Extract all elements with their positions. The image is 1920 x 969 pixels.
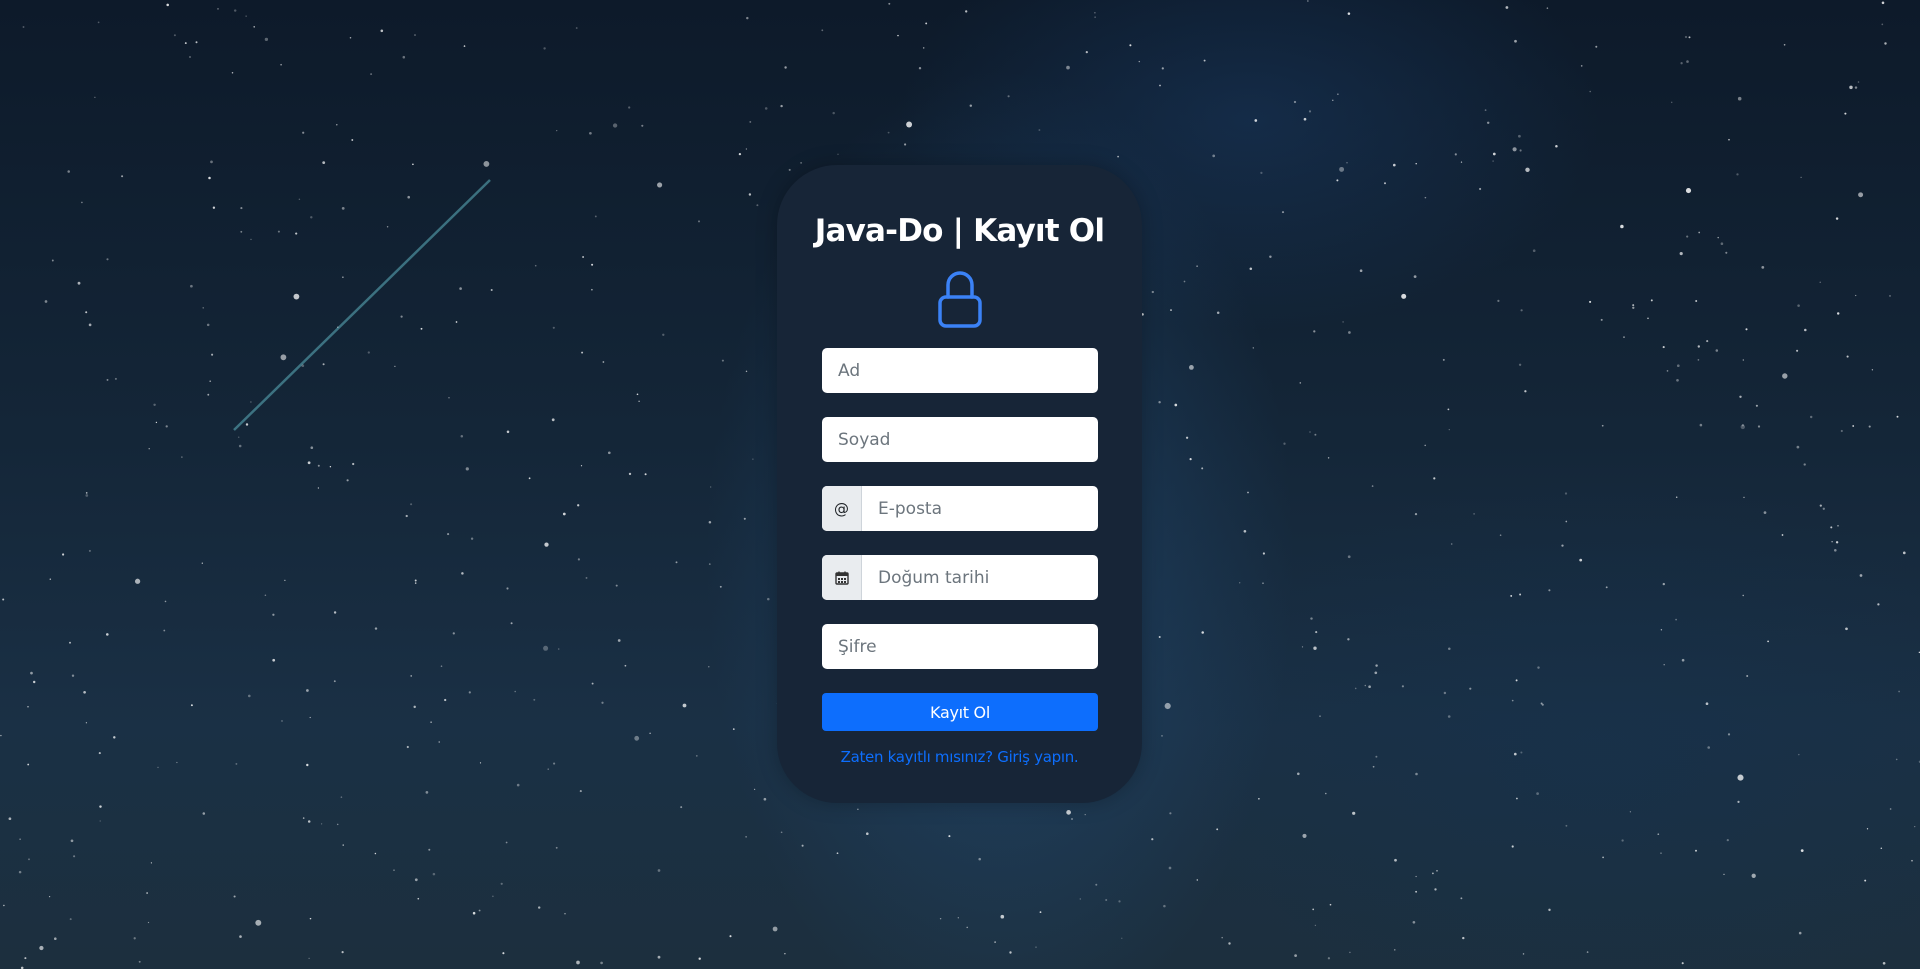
email-field: @ — [822, 486, 1098, 531]
first-name-field — [822, 348, 1098, 393]
login-link[interactable]: Zaten kayıtlı mısınız? Giriş yapın. — [777, 748, 1142, 766]
birth-date-field — [822, 555, 1098, 600]
register-button[interactable]: Kayıt Ol — [822, 693, 1098, 731]
password-field — [822, 624, 1098, 669]
email-input[interactable] — [862, 486, 1098, 531]
page-title: Java-Do | Kayıt Ol — [814, 213, 1105, 249]
password-input[interactable] — [822, 624, 1098, 669]
last-name-input[interactable] — [822, 417, 1098, 462]
at-sign-addon: @ — [822, 486, 862, 531]
lock-icon — [938, 271, 982, 328]
birth-date-input[interactable] — [862, 555, 1098, 600]
calendar-icon — [822, 555, 862, 600]
first-name-input[interactable] — [822, 348, 1098, 393]
register-card: Java-Do | Kayıt Ol @ — [777, 165, 1142, 803]
last-name-field — [822, 417, 1098, 462]
